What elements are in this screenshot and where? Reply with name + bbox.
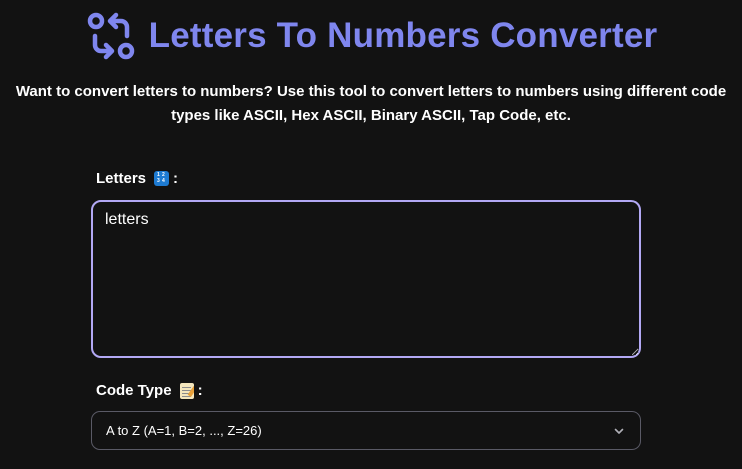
arrows-swap-circles-icon [85, 10, 137, 62]
code-type-label-text: Code Type [96, 382, 172, 399]
page-title: Letters To Numbers Converter [148, 16, 658, 55]
code-type-select[interactable]: A to Z (A=1, B=2, ..., Z=26) [91, 411, 641, 450]
code-type-label: Code Type : [96, 382, 203, 399]
letters-label: Letters 12 34 : [96, 170, 178, 187]
header: Letters To Numbers Converter [0, 6, 742, 66]
chevron-down-icon [612, 424, 626, 438]
letters-label-text: Letters [96, 170, 147, 187]
letters-label-colon: : [173, 170, 179, 187]
code-type-label-colon: : [197, 382, 203, 399]
input-numbers-icon: 12 34 [154, 171, 170, 186]
letters-input[interactable]: letters [91, 200, 641, 358]
page-description: Want to convert letters to numbers? Use … [15, 83, 727, 124]
page: Letters To Numbers Converter Want to con… [0, 0, 742, 469]
code-type-selected-value: A to Z (A=1, B=2, ..., Z=26) [106, 423, 262, 438]
memo-icon [179, 382, 194, 399]
